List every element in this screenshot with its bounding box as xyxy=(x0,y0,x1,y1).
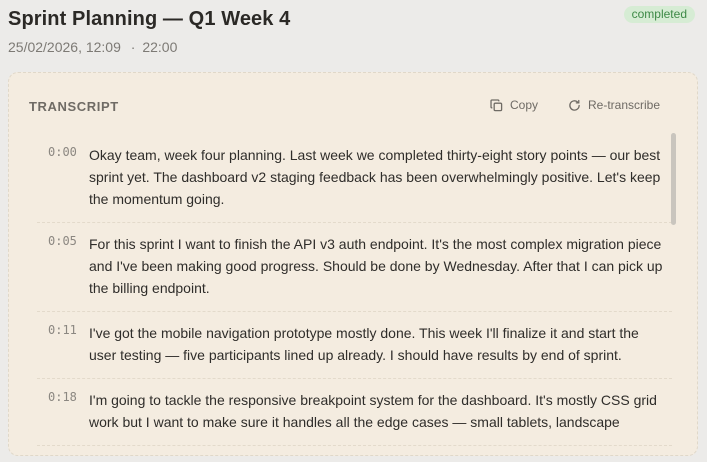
recording-date: 25/02/2026, 12:09 xyxy=(8,39,121,55)
segment-text: Okay team, week four planning. Last week… xyxy=(89,147,661,207)
page-title: Sprint Planning — Q1 Week 4 xyxy=(8,8,291,30)
retranscribe-button-label: Re-transcribe xyxy=(588,98,661,112)
recording-duration: 22:00 xyxy=(142,39,178,55)
segment-timestamp[interactable]: 0:11 xyxy=(37,322,89,366)
refresh-icon xyxy=(569,99,580,111)
segment-text: For this sprint I want to finish the API… xyxy=(89,236,663,296)
transcript-panel-header: TRANSCRIPT Copy Re-transcribe xyxy=(9,73,697,131)
status-badge: completed xyxy=(623,6,695,23)
transcript-segment[interactable]: 0:11 I've got the mobile navigation prot… xyxy=(37,312,672,379)
transcript-segment-list[interactable]: 0:00 Okay team, week four planning. Last… xyxy=(37,135,672,455)
transcript-panel: TRANSCRIPT Copy Re-transcribe 0:00 Okay xyxy=(8,72,698,456)
segment-text: I've got the mobile navigation prototype… xyxy=(89,325,639,363)
retranscribe-button[interactable]: Re-transcribe xyxy=(568,98,660,112)
segment-timestamp[interactable]: 0:05 xyxy=(37,233,89,299)
copy-button-label: Copy xyxy=(510,98,539,112)
recording-meta: 25/02/2026, 12:09 · 22:00 xyxy=(8,39,177,55)
transcript-scrollbar[interactable] xyxy=(671,133,677,451)
transcript-heading: TRANSCRIPT xyxy=(29,99,119,114)
meta-separator: · xyxy=(130,39,136,55)
scrollbar-thumb[interactable] xyxy=(671,133,676,225)
copy-button[interactable]: Copy xyxy=(490,98,538,112)
transcript-segment[interactable]: 0:00 Okay team, week four planning. Last… xyxy=(37,135,672,223)
transcript-segment[interactable]: 0:18 I'm going to tackle the responsive … xyxy=(37,379,672,446)
transcript-segment[interactable]: 0:05 For this sprint I want to finish th… xyxy=(37,223,672,312)
segment-timestamp[interactable]: 0:18 xyxy=(37,389,89,433)
segment-text: I'm going to tackle the responsive break… xyxy=(89,392,657,430)
segment-timestamp[interactable]: 0:00 xyxy=(37,144,89,210)
copy-icon xyxy=(490,98,503,111)
recording-detail-page: Sprint Planning — Q1 Week 4 25/02/2026, … xyxy=(0,0,707,462)
recording-header: Sprint Planning — Q1 Week 4 25/02/2026, … xyxy=(8,6,699,66)
